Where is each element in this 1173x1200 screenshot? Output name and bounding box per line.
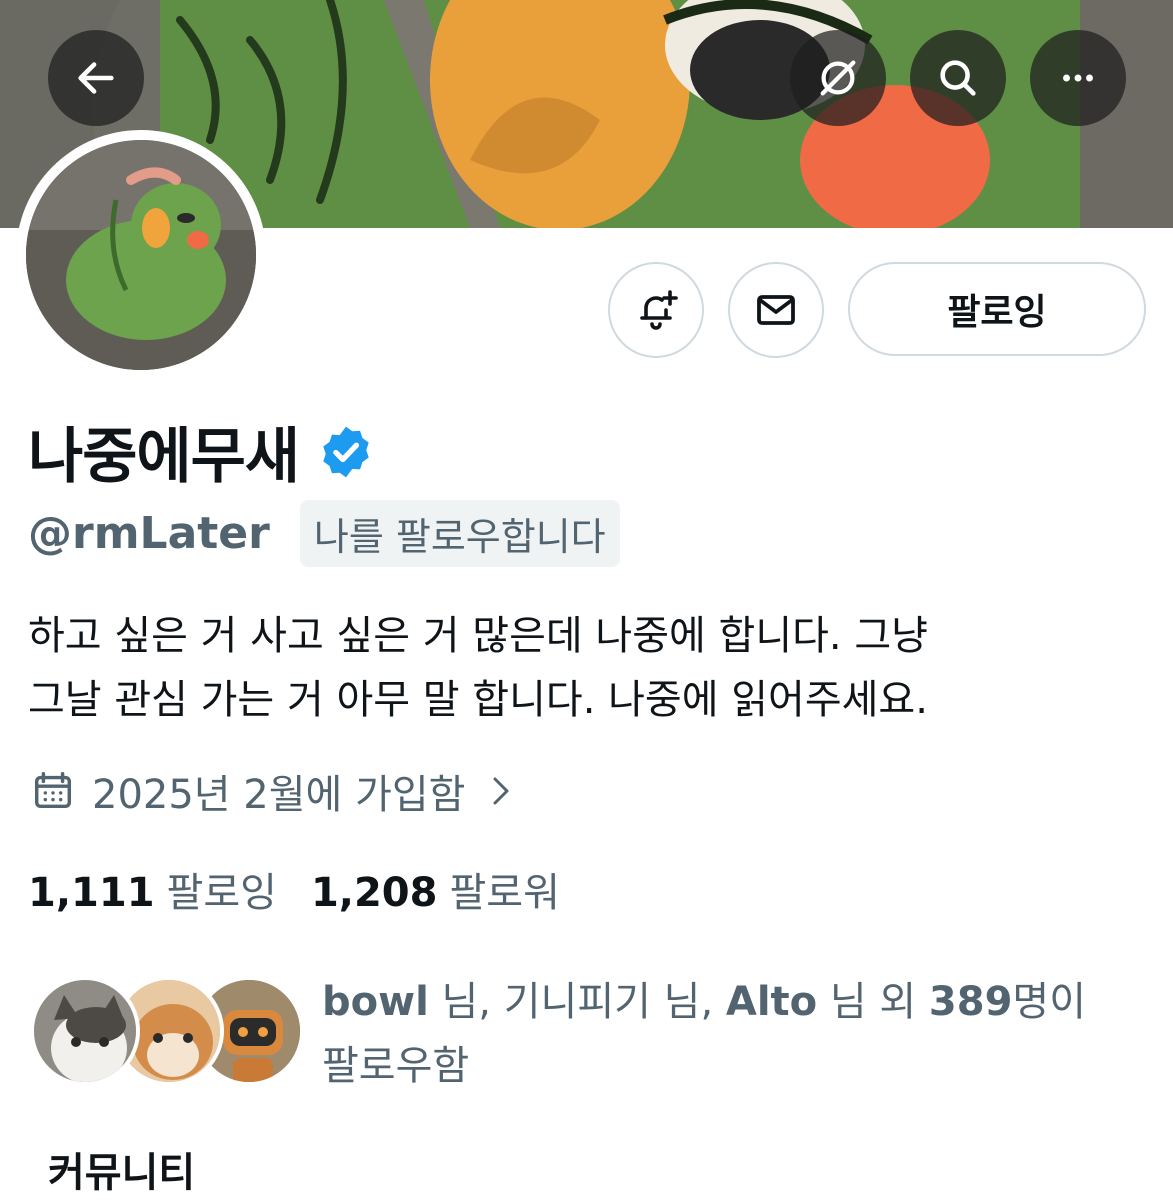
bio: 하고 싶은 거 사고 싶은 거 많은데 나중에 합니다. 그냥 그날 관심 가는… bbox=[28, 604, 1148, 732]
back-button[interactable] bbox=[48, 30, 144, 126]
avatar-parrot-illustration bbox=[26, 140, 256, 370]
more-horizontal-icon bbox=[1063, 74, 1093, 82]
mail-icon bbox=[757, 295, 795, 325]
arrow-left-icon bbox=[78, 62, 114, 94]
follow-stats: 1,111 팔로잉 1,208 팔로워 bbox=[28, 860, 594, 918]
following-label: 팔로잉 bbox=[166, 870, 277, 916]
known-follower-count: 389 bbox=[928, 979, 1013, 1025]
profile-avatar[interactable] bbox=[16, 130, 266, 380]
known-follower-name: bowl bbox=[322, 979, 429, 1025]
known-text-line2: 팔로우함 bbox=[322, 1043, 470, 1089]
bio-line: 그날 관심 가는 거 아무 말 합니다. 나중에 읽어주세요. bbox=[28, 677, 928, 723]
message-button[interactable] bbox=[728, 262, 824, 358]
following-button[interactable]: 팔로잉 bbox=[848, 262, 1146, 356]
search-icon bbox=[940, 60, 976, 96]
followers-label: 팔로워 bbox=[449, 870, 560, 916]
joined-date: 2025년 2월에 가입함 bbox=[92, 772, 466, 818]
known-text-part: 님 외 bbox=[817, 979, 929, 1025]
grok-icon bbox=[820, 60, 856, 96]
following-stat[interactable]: 1,111 팔로잉 bbox=[28, 860, 277, 918]
followers-stat[interactable]: 1,208 팔로워 bbox=[311, 860, 560, 918]
handle-row: @rmLater 나를 팔로우합니다 bbox=[28, 500, 620, 567]
known-text-part: 님, 기니피기 님, bbox=[428, 979, 726, 1025]
display-name: 나중에무새 bbox=[28, 422, 300, 492]
followers-count: 1,208 bbox=[310, 870, 438, 916]
handle: @rmLater bbox=[28, 508, 270, 559]
avatar bbox=[30, 976, 140, 1086]
follows-you-badge: 나를 팔로우합니다 bbox=[299, 500, 620, 567]
more-options-button[interactable] bbox=[1030, 30, 1126, 126]
joined-date-row[interactable]: 2025년 2월에 가입함 bbox=[30, 762, 519, 820]
display-name-row: 나중에무새 bbox=[28, 408, 375, 495]
verified-badge-icon[interactable] bbox=[317, 423, 375, 481]
search-button[interactable] bbox=[910, 30, 1006, 126]
known-follower-name: Alto bbox=[725, 979, 818, 1025]
followers-you-know-text: bowl 님, 기니피기 님, Alto 님 외 389명이 팔로우함 bbox=[322, 970, 1152, 1098]
cat-avatar-image bbox=[34, 980, 136, 1082]
following-count: 1,111 bbox=[28, 870, 155, 916]
calendar-icon bbox=[34, 772, 72, 809]
tab-community[interactable]: 커뮤니티 bbox=[48, 1140, 195, 1198]
known-text-part: 명이 bbox=[1012, 979, 1087, 1025]
followers-you-know[interactable]: bowl 님, 기니피기 님, Alto 님 외 389명이 팔로우함 bbox=[30, 970, 1150, 1090]
bell-plus-icon bbox=[640, 290, 678, 330]
bio-line: 하고 싶은 거 사고 싶은 거 많은데 나중에 합니다. 그냥 bbox=[28, 613, 928, 659]
chevron-right-icon bbox=[493, 777, 509, 805]
grok-button[interactable] bbox=[790, 30, 886, 126]
notify-button[interactable] bbox=[608, 262, 704, 358]
